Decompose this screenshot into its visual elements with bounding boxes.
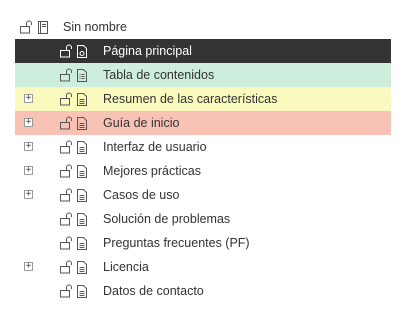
item-icons xyxy=(59,188,88,203)
tree-item[interactable]: + Resumen de las características xyxy=(15,87,391,111)
tree-item-label: Casos de uso xyxy=(103,188,180,202)
unlock-icon[interactable] xyxy=(59,212,74,226)
unlock-icon[interactable] xyxy=(59,68,74,82)
page-icon xyxy=(76,260,88,275)
page-icon xyxy=(76,92,88,107)
item-icons xyxy=(59,212,88,227)
tree-item-label: Tabla de contenidos xyxy=(103,68,215,82)
unlock-icon[interactable] xyxy=(59,140,74,154)
tree-item-label: Licencia xyxy=(103,260,149,274)
page-icon xyxy=(76,164,88,179)
item-icons xyxy=(59,284,88,299)
tree-children: Página principal Tabla de contenidos + Resu… xyxy=(15,39,391,303)
tree-item[interactable]: + Interfaz de usuario xyxy=(15,135,391,159)
page-icon xyxy=(76,236,88,251)
expand-toggle-icon[interactable]: + xyxy=(24,262,33,271)
tree-item-label: Mejores prácticas xyxy=(103,164,201,178)
tree-root-sin-nombre[interactable]: Sin nombre xyxy=(15,15,391,39)
unlock-icon[interactable] xyxy=(59,44,74,58)
tree-item-label: Guía de inicio xyxy=(103,116,180,130)
page-list-icon xyxy=(76,68,88,83)
page-icon xyxy=(76,116,88,131)
tree-item[interactable]: Preguntas frecuentes (PF) xyxy=(15,231,391,255)
expand-toggle-icon[interactable]: + xyxy=(24,118,33,127)
item-icons xyxy=(59,236,88,251)
tree-item-label: Página principal xyxy=(103,44,192,58)
expand-toggle-icon[interactable]: + xyxy=(24,94,33,103)
page-icon xyxy=(76,212,88,227)
unlock-icon[interactable] xyxy=(59,188,74,202)
tree-item[interactable]: + Casos de uso xyxy=(15,183,391,207)
unlock-icon[interactable] xyxy=(19,20,34,34)
tree-item-label: Resumen de las características xyxy=(103,92,278,106)
tree-item-label: Preguntas frecuentes (PF) xyxy=(103,236,250,250)
tree-item[interactable]: + Mejores prácticas xyxy=(15,159,391,183)
expand-toggle-icon[interactable]: + xyxy=(24,142,33,151)
tree-item[interactable]: Datos de contacto xyxy=(15,279,391,303)
document-tree: Sin nombre Página principal Tabla de cont… xyxy=(15,15,391,303)
tree-item-label: Interfaz de usuario xyxy=(103,140,207,154)
tree-item[interactable]: Página principal xyxy=(15,39,391,63)
tree-item[interactable]: Solución de problemas xyxy=(15,207,391,231)
page-icon xyxy=(76,188,88,203)
tree-item[interactable]: + Licencia xyxy=(15,255,391,279)
page-icon xyxy=(76,284,88,299)
item-icons xyxy=(59,116,88,131)
expand-toggle-icon[interactable]: + xyxy=(24,190,33,199)
tree-item-label: Solución de problemas xyxy=(103,212,231,226)
unlock-icon[interactable] xyxy=(59,260,74,274)
item-icons xyxy=(59,44,88,59)
unlock-icon[interactable] xyxy=(59,116,74,130)
unlock-icon[interactable] xyxy=(59,284,74,298)
page-icon xyxy=(76,140,88,155)
item-icons xyxy=(59,92,88,107)
item-icons xyxy=(59,260,88,275)
tree-item-label: Datos de contacto xyxy=(103,284,204,298)
unlock-icon[interactable] xyxy=(59,164,74,178)
expand-toggle-icon[interactable]: + xyxy=(24,166,33,175)
root-label: Sin nombre xyxy=(63,20,127,34)
page-settings-icon xyxy=(76,44,88,59)
item-icons xyxy=(59,68,88,83)
item-icons xyxy=(59,140,88,155)
item-icons xyxy=(59,164,88,179)
book-icon xyxy=(36,20,50,35)
unlock-icon[interactable] xyxy=(59,236,74,250)
tree-item[interactable]: + Guía de inicio xyxy=(15,111,391,135)
unlock-icon[interactable] xyxy=(59,92,74,106)
root-icons xyxy=(19,20,50,35)
tree-item[interactable]: Tabla de contenidos xyxy=(15,63,391,87)
